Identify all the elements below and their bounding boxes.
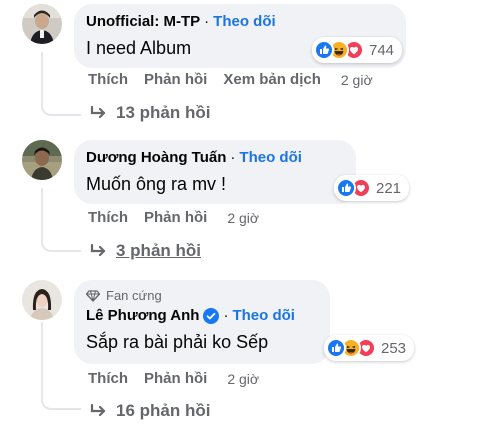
comment-text: Sắp ra bài phải ko Sếp: [86, 332, 269, 352]
like-button[interactable]: Thích: [88, 71, 128, 88]
follow-button[interactable]: Theo dõi: [232, 306, 295, 326]
reaction-count: 744: [369, 41, 395, 59]
timestamp[interactable]: 2 giờ: [227, 371, 259, 387]
comment-author[interactable]: Lê Phương Anh: [86, 306, 199, 326]
reaction-count: 221: [376, 179, 402, 197]
like-icon: [336, 178, 356, 198]
reaction-count: 253: [381, 339, 407, 357]
thread-connector: [41, 236, 81, 252]
reply-button[interactable]: Phản hồi: [144, 209, 207, 226]
view-replies-button[interactable]: 13 phản hồi: [90, 103, 210, 123]
comment-author[interactable]: Dương Hoàng Tuấn: [86, 148, 226, 168]
fan-badge-label: Fan cứng: [106, 288, 162, 303]
reaction-summary[interactable]: 744: [312, 37, 403, 63]
comment-author[interactable]: Unofficial: M-TP: [86, 12, 200, 32]
comment-text: Muốn ông ra mv !: [86, 174, 227, 194]
comment-bubble: Dương Hoàng Tuấn · Theo dõi Muốn ông ra …: [74, 140, 356, 204]
reply-arrow-icon: [90, 404, 106, 417]
timestamp[interactable]: 2 giờ: [341, 72, 373, 88]
reply-button[interactable]: Phản hồi: [144, 71, 207, 88]
avatar-photo-icon: [22, 140, 62, 180]
separator-dot: ·: [204, 13, 210, 30]
replies-count: 3 phản hồi: [116, 241, 201, 260]
like-icon: [314, 40, 334, 60]
thread-connector: [41, 98, 81, 116]
replies-count: 16 phản hồi: [116, 401, 211, 420]
follow-button[interactable]: Theo dõi: [239, 148, 302, 168]
reply-arrow-icon: [90, 106, 106, 119]
separator-dot: ·: [230, 149, 236, 166]
reply-button[interactable]: Phản hồi: [144, 370, 207, 387]
comment-actions: Thích Phản hồi Xem bản dịch 2 giờ: [88, 71, 389, 88]
like-button[interactable]: Thích: [88, 370, 128, 387]
thread-line: [41, 52, 43, 104]
verified-icon: [203, 308, 220, 324]
replies-count: 13 phản hồi: [116, 103, 211, 122]
comment-bubble: Fan cứng Lê Phương Anh · Theo dõi Sắp ra…: [74, 280, 330, 364]
diamond-icon: [86, 290, 100, 302]
avatar[interactable]: [22, 4, 62, 44]
timestamp[interactable]: 2 giờ: [227, 210, 259, 226]
avatar-photo-icon: [22, 4, 62, 44]
comment-actions: Thích Phản hồi 2 giờ: [88, 209, 275, 226]
translate-button[interactable]: Xem bản dịch: [223, 71, 321, 88]
like-button[interactable]: Thích: [88, 209, 128, 226]
separator-dot: ·: [223, 307, 229, 324]
avatar[interactable]: [22, 140, 62, 180]
comment-actions: Thích Phản hồi 2 giờ: [88, 370, 275, 387]
follow-button[interactable]: Theo dõi: [213, 12, 276, 32]
reply-arrow-icon: [90, 244, 106, 257]
thread-line: [41, 322, 43, 398]
view-replies-button[interactable]: 3 phản hồi: [90, 241, 201, 261]
thread-connector: [41, 392, 81, 410]
like-icon: [326, 338, 346, 358]
view-replies-button[interactable]: 16 phản hồi: [90, 401, 210, 421]
avatar-photo-icon: [22, 280, 62, 320]
reaction-summary[interactable]: 253: [324, 335, 415, 361]
avatar[interactable]: [22, 280, 62, 320]
reaction-summary[interactable]: 221: [334, 175, 410, 201]
